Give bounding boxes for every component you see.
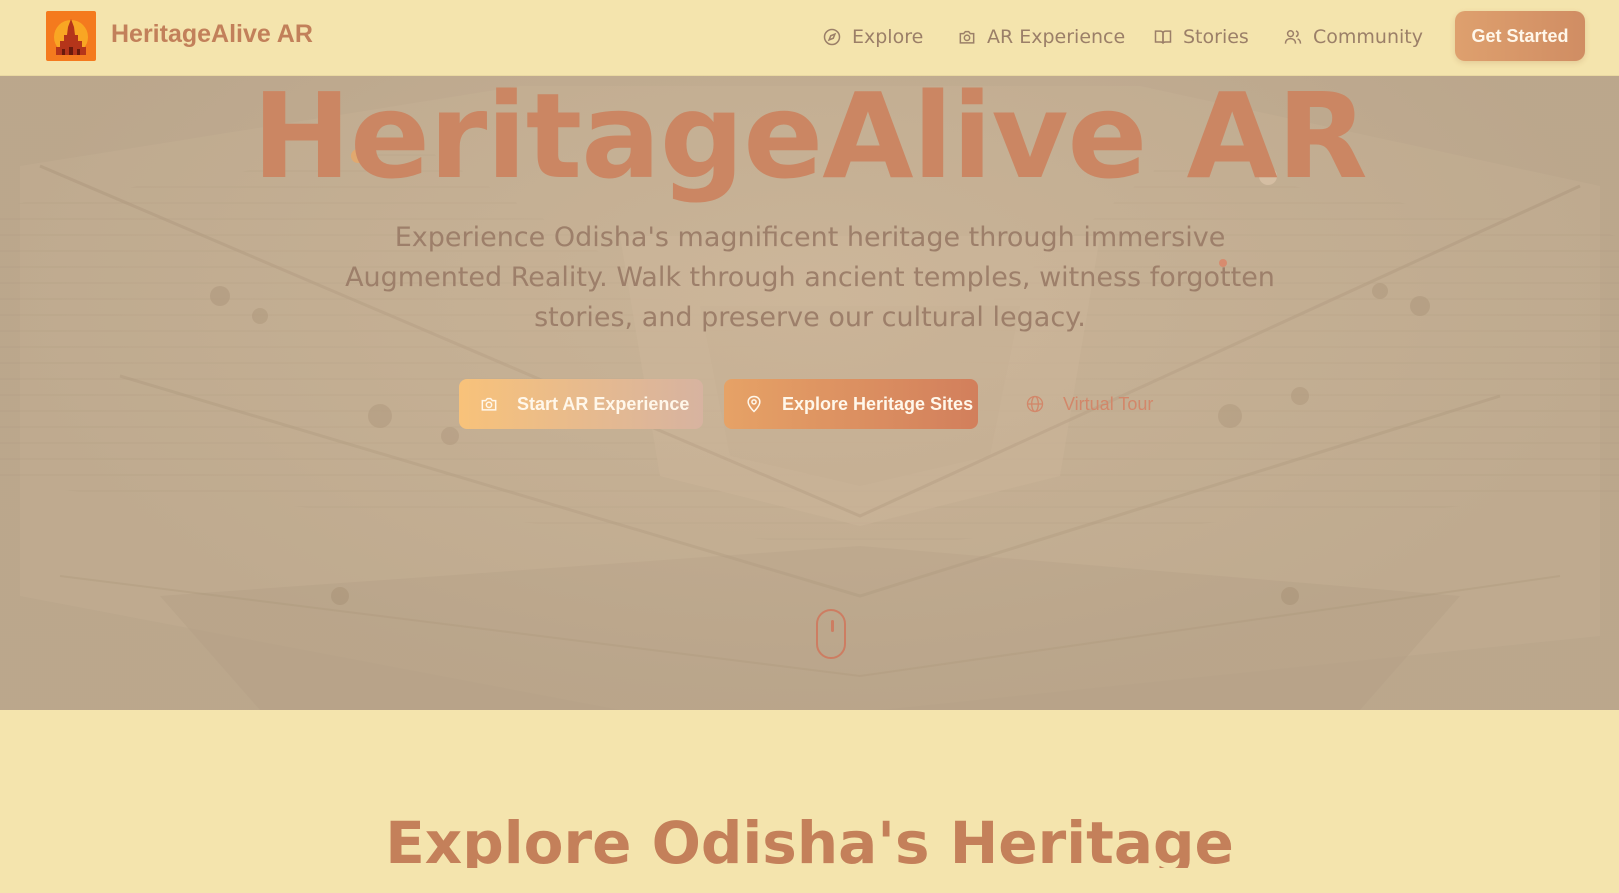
button-label: Virtual Tour [1063, 393, 1154, 414]
nav-label: Community [1313, 26, 1423, 48]
mouse-scroll-icon[interactable] [816, 609, 846, 659]
map-pin-icon [747, 395, 761, 413]
nav-item-community[interactable]: Community [1283, 24, 1423, 50]
camera-icon [959, 30, 975, 44]
virtual-tour-button[interactable]: Virtual Tour [1005, 379, 1175, 429]
nav-label: AR Experience [987, 26, 1126, 48]
scroll-wheel [831, 620, 834, 632]
nav-label: Explore [852, 26, 924, 48]
button-label: Explore Heritage Sites [782, 393, 974, 414]
users-icon [1284, 29, 1302, 44]
start-ar-experience-button[interactable]: Start AR Experience [459, 379, 703, 429]
navbar: HeritageAlive AR Explore AR Experience S… [0, 0, 1619, 76]
compass-icon [823, 28, 841, 46]
brand-name[interactable]: HeritageAlive AR [111, 20, 313, 49]
temple-icon[interactable] [46, 11, 96, 61]
hero-section: HeritageAlive AR Experience Odisha's mag… [0, 76, 1619, 710]
nav-item-stories[interactable]: Stories [1153, 24, 1249, 50]
book-icon [1154, 30, 1172, 44]
hero-title: HeritageAlive AR [252, 76, 1367, 205]
nav-label: Stories [1183, 26, 1249, 48]
hero-subtitle: Experience Odisha's magnificent heritage… [345, 222, 1275, 333]
camera-icon [481, 397, 497, 411]
globe-icon [1026, 395, 1044, 413]
get-started-button[interactable]: Get Started [1455, 11, 1585, 61]
nav-item-ar-experience[interactable]: AR Experience [957, 24, 1125, 50]
button-label: Start AR Experience [517, 393, 690, 414]
explore-section-title: Explore Odisha's Heritage [385, 809, 1234, 868]
explore-heritage-sites-button[interactable]: Explore Heritage Sites [724, 379, 978, 429]
nav-item-explore[interactable]: Explore [822, 24, 923, 50]
